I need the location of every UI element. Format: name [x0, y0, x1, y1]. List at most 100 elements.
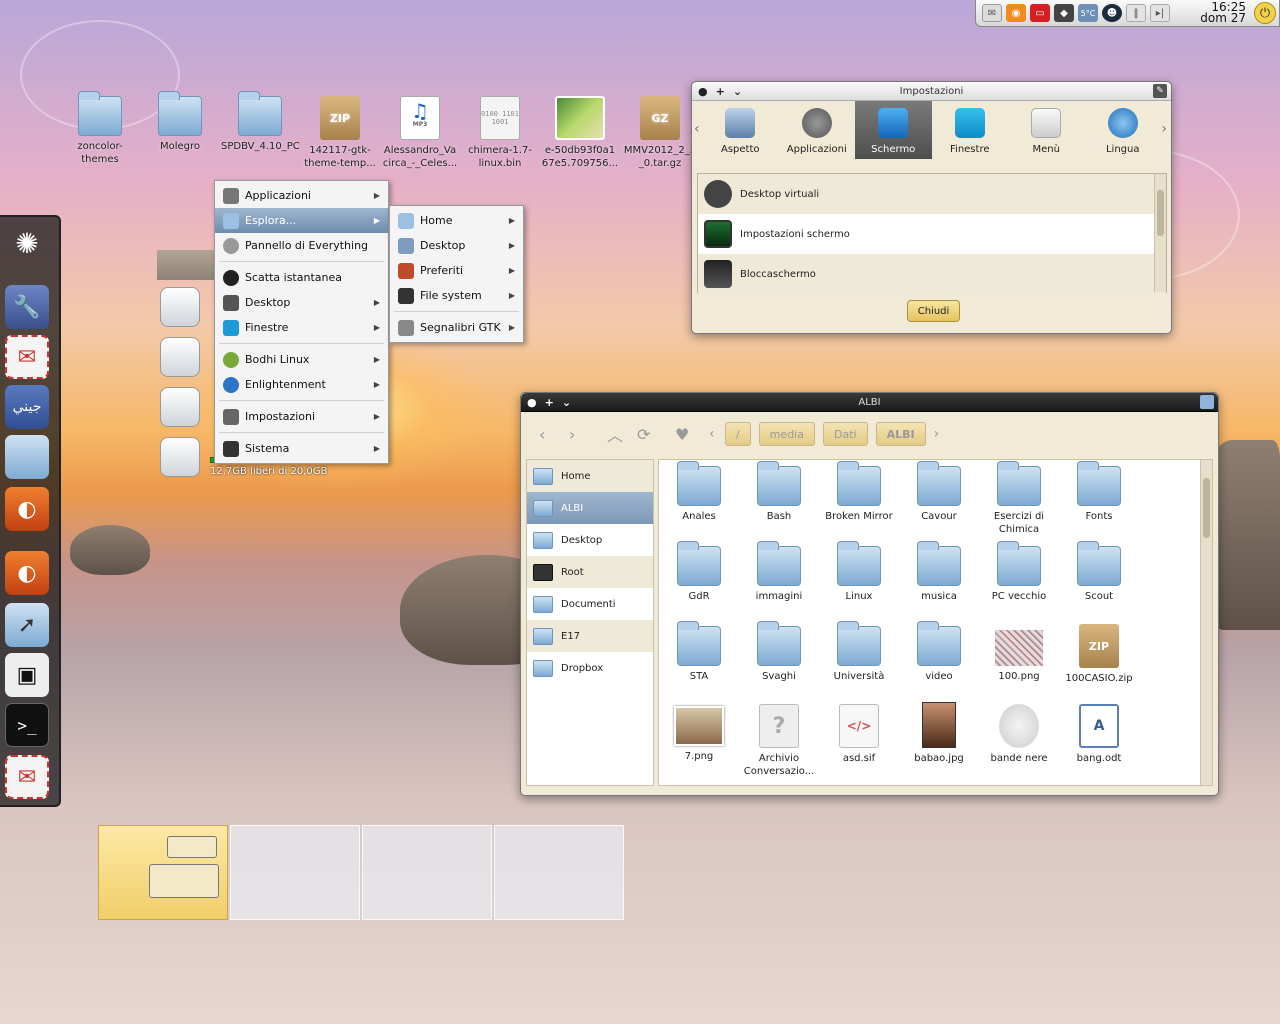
- menu-item-sistema[interactable]: Sistema ▶: [215, 436, 388, 461]
- tab-finestre[interactable]: Finestre: [932, 101, 1009, 159]
- menu-item-applicazioni[interactable]: Applicazioni ▶: [215, 183, 388, 208]
- file-item-scout[interactable]: Scout: [1059, 540, 1139, 620]
- window-sticky-button[interactable]: +: [716, 85, 725, 98]
- file-item-asd-sif[interactable]: </> asd.sif: [819, 700, 899, 780]
- menu-item-impostazioni[interactable]: Impostazioni ▶: [215, 404, 388, 429]
- back-icon[interactable]: ‹: [539, 425, 565, 444]
- bodhi-logo-icon[interactable]: ✺: [5, 221, 49, 265]
- list-item-impostazioni-schermo[interactable]: Impostazioni schermo: [698, 214, 1166, 254]
- file-item-7-png[interactable]: 7.png: [659, 700, 739, 780]
- file-item-bash[interactable]: Bash: [739, 460, 819, 540]
- pager-desk-1[interactable]: [98, 825, 228, 920]
- computer-icon[interactable]: ▣: [5, 653, 49, 697]
- desktop-icon-mp3[interactable]: ♫ MP3 Alessandro_Va circa_-_Celes...: [381, 96, 459, 170]
- submenu-item-filesystem[interactable]: File system ▶: [390, 283, 523, 308]
- tab-aspetto[interactable]: Aspetto: [702, 101, 779, 159]
- window-chevron-icon[interactable]: ⌄: [562, 396, 571, 409]
- file-item-bande-nere[interactable]: bande nere: [979, 700, 1059, 780]
- window-menu-dot[interactable]: ●: [698, 85, 708, 98]
- pager-desk-4[interactable]: [494, 825, 624, 920]
- desktop-icon-spdbv[interactable]: SPDBV_4.10_PC: [221, 91, 300, 153]
- dropbox-icon[interactable]: ◆: [1054, 4, 1074, 22]
- desktop-icon-molegro[interactable]: Molegro: [141, 91, 219, 153]
- desktop-icon-zoncolor-themes[interactable]: zoncolor-themes: [61, 91, 139, 166]
- path-left-icon[interactable]: ‹: [709, 426, 721, 442]
- submenu-item-desktop[interactable]: Desktop ▶: [390, 233, 523, 258]
- battery-icon[interactable]: ▭: [1030, 4, 1050, 22]
- close-button[interactable]: Chiudi: [907, 300, 960, 322]
- file-item-cavour[interactable]: Cavour: [899, 460, 979, 540]
- pause-icon[interactable]: ‖: [1126, 4, 1146, 22]
- file-item-universita[interactable]: Università: [819, 620, 899, 700]
- file-item-archivio[interactable]: ? Archivio Conversazio...: [739, 700, 819, 780]
- path-right-icon[interactable]: ›: [934, 426, 940, 442]
- file-item-linux[interactable]: Linux: [819, 540, 899, 620]
- next-icon[interactable]: ▸|: [1150, 4, 1170, 22]
- firefox-icon[interactable]: ◐: [5, 487, 49, 531]
- terminal-icon[interactable]: >_: [5, 703, 49, 747]
- power-icon[interactable]: ⏻: [1254, 2, 1276, 24]
- list-item-bloccaschermo[interactable]: Bloccaschermo: [698, 254, 1166, 294]
- file-item-anales[interactable]: Anales: [659, 460, 739, 540]
- mail-icon[interactable]: ✉: [5, 335, 49, 379]
- file-item-100casio-zip[interactable]: ZIP 100CASIO.zip: [1059, 620, 1139, 700]
- tab-lingua[interactable]: Lingua: [1085, 101, 1162, 159]
- file-item-gdr[interactable]: GdR: [659, 540, 739, 620]
- tab-schermo[interactable]: Schermo: [855, 101, 932, 159]
- window-chevron-icon[interactable]: ⌄: [733, 85, 742, 98]
- mail-icon[interactable]: ✉: [982, 4, 1002, 22]
- submenu-item-preferiti[interactable]: Preferiti ▶: [390, 258, 523, 283]
- alien-icon[interactable]: ☻: [1102, 4, 1122, 22]
- file-grid-scrollbar[interactable]: [1200, 460, 1212, 785]
- menu-item-desktop[interactable]: Desktop ▶: [215, 290, 388, 315]
- path-segment-media[interactable]: media: [758, 422, 815, 446]
- tab-scroll-left-icon[interactable]: ‹: [694, 121, 700, 137]
- tab-menu[interactable]: Menù: [1008, 101, 1085, 159]
- pager-desk-2[interactable]: [230, 825, 360, 920]
- menu-item-scatta[interactable]: Scatta istantanea: [215, 265, 388, 290]
- file-item-fonts[interactable]: Fonts: [1059, 460, 1139, 540]
- rss-icon[interactable]: ◉: [1006, 4, 1026, 22]
- window-maximize-icon[interactable]: [1200, 395, 1214, 409]
- sidebar-item-desktop[interactable]: Desktop: [527, 524, 653, 556]
- desktop-icon-gtk-theme[interactable]: ZIP 142117-gtk-theme-temp...: [301, 96, 379, 170]
- sidebar-item-home[interactable]: Home: [527, 460, 653, 492]
- clock[interactable]: 16:25 dom 27: [1200, 1, 1246, 24]
- pager-desk-3[interactable]: [362, 825, 492, 920]
- file-item-broken-mirror[interactable]: Broken Mirror: [819, 460, 899, 540]
- menu-item-enlightenment[interactable]: Enlightenment ▶: [215, 372, 388, 397]
- mail-icon[interactable]: ✉: [5, 755, 49, 799]
- desktop-icon-chimera[interactable]: 0100 1101 1001 chimera-1.7-linux.bin: [461, 96, 539, 170]
- sidebar-item-root[interactable]: Root: [527, 556, 653, 588]
- file-item-100-png[interactable]: 100.png: [979, 620, 1059, 700]
- sidebar-item-documenti[interactable]: Documenti: [527, 588, 653, 620]
- file-item-bang-odt[interactable]: Abang.odt: [1059, 700, 1139, 780]
- menu-item-pannello[interactable]: Pannello di Everything: [215, 233, 388, 258]
- list-item-desktop-virtuali[interactable]: Desktop virtuali: [698, 174, 1166, 214]
- path-segment-root[interactable]: /: [725, 422, 751, 446]
- settings-icon[interactable]: 🔧: [5, 285, 49, 329]
- tab-scroll-right-icon[interactable]: ›: [1161, 121, 1167, 137]
- favorite-heart-icon[interactable]: ♥: [675, 425, 705, 444]
- file-item-sta[interactable]: STA: [659, 620, 739, 700]
- window-menu-dot[interactable]: ●: [527, 396, 537, 409]
- menu-item-esplora[interactable]: Esplora... ▶: [215, 208, 388, 233]
- up-icon[interactable]: ︿: [607, 422, 633, 446]
- folder-icon[interactable]: [5, 435, 49, 479]
- file-item-svaghi[interactable]: Svaghi: [739, 620, 819, 700]
- file-item-video[interactable]: video: [899, 620, 979, 700]
- file-item-pc-vecchio[interactable]: PC vecchio: [979, 540, 1059, 620]
- firefox-icon[interactable]: ◐: [5, 551, 49, 595]
- sidebar-item-dropbox[interactable]: Dropbox: [527, 652, 653, 684]
- window-sticky-button[interactable]: +: [545, 396, 554, 409]
- forward-icon[interactable]: ›: [569, 425, 603, 444]
- desktop-icon-image[interactable]: e-50db93f0a1 67e5.709756...: [541, 96, 619, 170]
- file-manager-icon[interactable]: ➚: [5, 603, 49, 647]
- settings-list-scrollbar[interactable]: [1154, 174, 1166, 292]
- menu-item-bodhi[interactable]: Bodhi Linux ▶: [215, 347, 388, 372]
- weather-icon[interactable]: 5°C: [1078, 4, 1098, 22]
- jini-icon[interactable]: جيني: [5, 385, 49, 429]
- submenu-item-segnalibri[interactable]: Segnalibri GTK ▶: [390, 315, 523, 340]
- file-item-esercizi[interactable]: Esercizi di Chimica: [979, 460, 1059, 540]
- file-item-immagini[interactable]: immagini: [739, 540, 819, 620]
